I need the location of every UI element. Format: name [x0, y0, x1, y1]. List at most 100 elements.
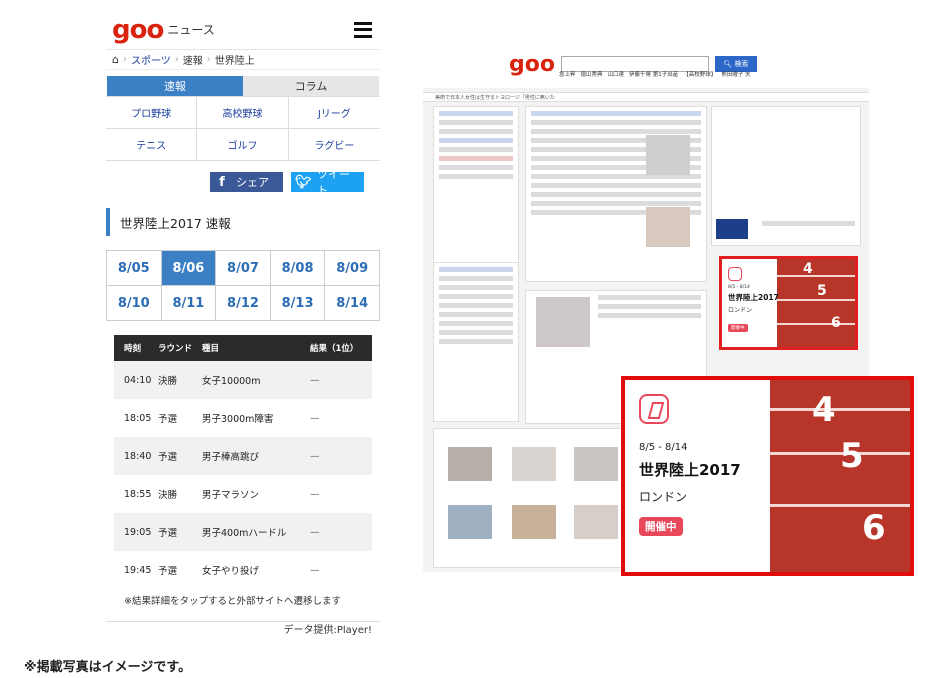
- twitter-icon: 🐦︎: [295, 174, 312, 190]
- category-rugby[interactable]: ラグビー: [288, 129, 380, 161]
- mobile-header: goo ニュース: [106, 10, 380, 50]
- world-athletics-ad-small[interactable]: 4 5 6 8/5 - 8/14 世界陸上2017 ロンドン 開催中: [719, 256, 858, 350]
- trend-item[interactable]: 徳山秀典: [581, 70, 603, 78]
- row-round: 予選: [158, 566, 178, 577]
- track-image: 4 5 6: [770, 380, 910, 572]
- date-selector: 8/05 8/06 8/07 8/08 8/09 8/10 8/11 8/12 …: [106, 250, 380, 321]
- external-link-note: ※結果詳細をタップすると外部サイトへ遷移します: [124, 596, 341, 607]
- trend-item[interactable]: 山口達: [608, 70, 625, 78]
- breadcrumb-item-current: 世界陸上: [214, 56, 255, 67]
- schedule-rows: 04:10 決勝 女子10000m — 18:05 予選 男子3000m障害 —…: [114, 361, 372, 589]
- breadcrumb-separator-icon: ›: [122, 54, 127, 65]
- row-result: —: [310, 412, 320, 424]
- tab-column[interactable]: コラム: [243, 76, 379, 96]
- breadcrumb-item-sports[interactable]: スポーツ: [131, 52, 171, 67]
- row-event: 女子やり投げ: [202, 566, 260, 577]
- table-row[interactable]: 19:45 予選 女子やり投げ —: [114, 551, 372, 589]
- search-button-label: 検索: [734, 60, 749, 68]
- category-high-school-baseball[interactable]: 高校野球: [197, 97, 289, 129]
- world-athletics-ad-large[interactable]: 4 5 6 8/5 - 8/14 世界陸上2017 ロンドン 開催中: [621, 376, 914, 576]
- goo-logo[interactable]: goo: [509, 52, 555, 77]
- user-panel: [433, 106, 519, 266]
- row-result: —: [310, 526, 320, 538]
- table-row[interactable]: 18:55 決勝 男子マラソン —: [114, 475, 372, 513]
- trend-item[interactable]: 熊田曜子 夫: [721, 70, 750, 78]
- section-title: 世界陸上2017 速報: [106, 208, 380, 236]
- trending-nav: 急上昇 徳山秀典 山口達 伊藤千晃 第1子出産 【高校野球】 熊田曜子 夫: [559, 70, 751, 78]
- date-tab[interactable]: 8/14: [325, 286, 380, 321]
- schedule-table: 時刻 ラウンド 種目 結果（1位） 04:10 決勝 女子10000m — 18…: [114, 335, 372, 589]
- date-tab[interactable]: 8/11: [161, 286, 217, 321]
- tab-breaking-news[interactable]: 速報: [107, 76, 243, 96]
- header-result: 結果（1位）: [310, 344, 359, 354]
- row-round: 決勝: [158, 490, 178, 501]
- twitter-tweet-button[interactable]: 🐦︎ ツイート: [291, 168, 364, 197]
- news-list-panel: [525, 106, 707, 282]
- table-row[interactable]: 18:40 予選 男子棒高跳び —: [114, 437, 372, 475]
- category-golf[interactable]: ゴルフ: [197, 129, 289, 161]
- column-panel: [433, 428, 623, 568]
- mobile-screen: goo ニュース ⌂ › スポーツ › 速報 › 世界陸上 速報 コラム プロ野…: [106, 10, 380, 636]
- header-time: 時刻: [124, 344, 142, 354]
- row-time: 18:55: [124, 488, 152, 500]
- row-time: 18:40: [124, 450, 152, 462]
- row-round: 予選: [158, 414, 178, 425]
- table-row[interactable]: 18:05 予選 男子3000m障害 —: [114, 399, 372, 437]
- breadcrumb-separator-icon: ›: [206, 54, 211, 65]
- twitter-tweet-label: ツイート: [317, 168, 350, 197]
- home-icon[interactable]: ⌂: [112, 53, 119, 66]
- news-ticker[interactable]: 美術で日本人女性は生守るトヨロージ「男性に無いた: [423, 92, 869, 102]
- goo-news-logo[interactable]: goo ニュース: [112, 15, 215, 45]
- right-ad-panel: [711, 106, 861, 246]
- table-row[interactable]: 04:10 決勝 女子10000m —: [114, 361, 372, 399]
- share-buttons: f シェア 🐦︎ ツイート: [106, 161, 380, 197]
- content-tabs: 速報 コラム: [106, 76, 380, 96]
- lane-number: 6: [862, 508, 886, 548]
- row-time: 18:05: [124, 412, 152, 424]
- ad-status-badge: 開催中: [639, 517, 683, 536]
- logo-subtitle: ニュース: [167, 23, 215, 37]
- date-tab[interactable]: 8/10: [107, 286, 162, 321]
- facebook-share-label: シェア: [236, 176, 269, 189]
- schedule-header-row: 時刻 ラウンド 種目 結果（1位）: [114, 335, 372, 361]
- row-event: 男子3000m障害: [202, 414, 274, 425]
- trend-item[interactable]: 【高校野球】: [683, 70, 716, 78]
- row-event: 女子10000m: [202, 376, 261, 387]
- image-disclaimer: ※掲載写真はイメージです。: [24, 660, 192, 675]
- date-tab-selected[interactable]: 8/06: [161, 251, 217, 286]
- row-round: 予選: [158, 528, 178, 539]
- breadcrumb: ⌂ › スポーツ › 速報 › 世界陸上: [106, 50, 380, 70]
- facebook-share-button[interactable]: f シェア: [210, 172, 283, 192]
- row-result: —: [310, 374, 320, 386]
- category-grid: プロ野球 高校野球 Jリーグ テニス ゴルフ ラグビー: [106, 96, 380, 161]
- category-tennis[interactable]: テニス: [106, 129, 198, 161]
- row-event: 男子400mハードル: [202, 528, 287, 539]
- lane-number: 4: [812, 390, 836, 430]
- category-pro-baseball[interactable]: プロ野球: [106, 97, 198, 129]
- date-tab[interactable]: 8/12: [216, 286, 271, 321]
- facebook-icon: f: [219, 174, 225, 190]
- row-result: —: [310, 564, 320, 576]
- date-tab[interactable]: 8/07: [216, 251, 271, 286]
- goo-logo: goo: [112, 14, 164, 45]
- date-tab[interactable]: 8/09: [325, 251, 380, 286]
- ad-date: 8/5 - 8/14: [728, 285, 750, 290]
- row-round: 予選: [158, 452, 178, 463]
- date-tab[interactable]: 8/13: [270, 286, 326, 321]
- row-time: 19:45: [124, 564, 152, 576]
- hamburger-menu-icon[interactable]: [354, 21, 372, 38]
- trend-item[interactable]: 急上昇: [559, 70, 576, 78]
- ad-status-badge: 開催中: [728, 324, 748, 332]
- date-tab[interactable]: 8/05: [107, 251, 162, 286]
- breadcrumb-item-news[interactable]: 速報: [183, 52, 203, 67]
- table-row[interactable]: 19:05 予選 男子400mハードル —: [114, 513, 372, 551]
- trend-item[interactable]: 伊藤千晃 第1子出産: [629, 70, 678, 78]
- date-tab[interactable]: 8/08: [270, 251, 326, 286]
- lane-number: 5: [840, 436, 864, 476]
- category-j-league[interactable]: Jリーグ: [288, 97, 380, 129]
- row-event: 男子棒高跳び: [202, 452, 260, 463]
- row-result: —: [310, 488, 320, 500]
- breadcrumb-separator-icon: ›: [174, 54, 179, 65]
- row-result: —: [310, 450, 320, 462]
- data-credit: データ提供:Player!: [283, 625, 373, 636]
